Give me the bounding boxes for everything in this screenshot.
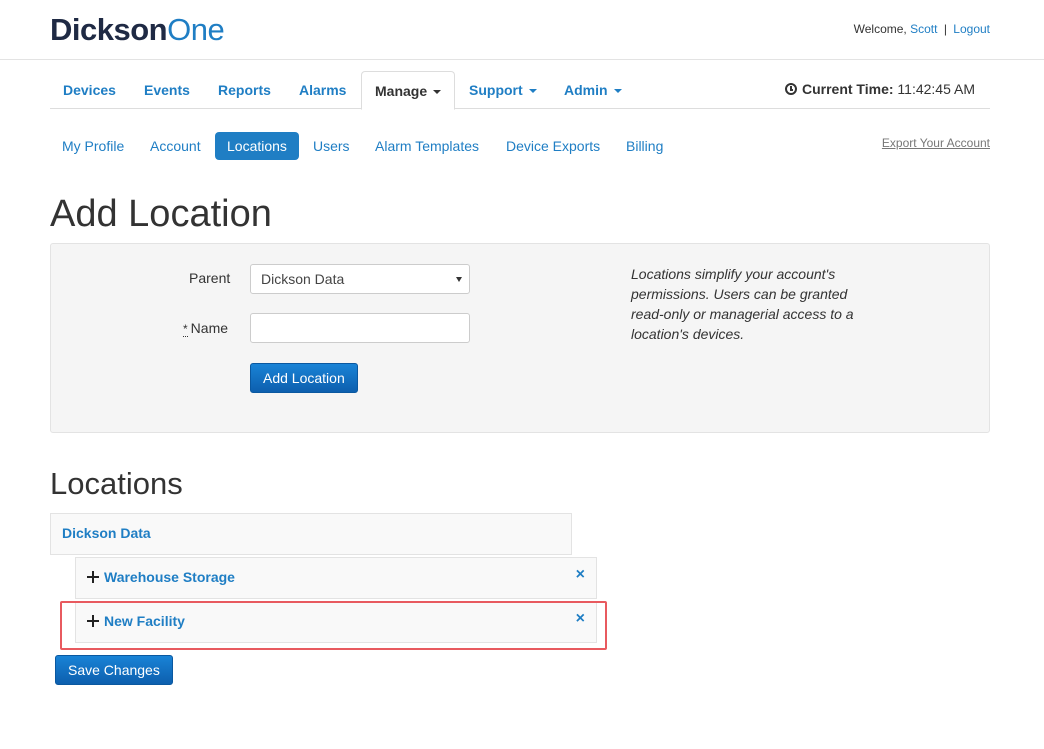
logo-part-dickson: Dickson bbox=[50, 12, 168, 47]
subnav-billing[interactable]: Billing bbox=[614, 132, 675, 160]
current-time: Current Time: 11:42:45 AM bbox=[784, 81, 975, 97]
chevron-down-icon bbox=[613, 89, 622, 94]
required-asterisk: * bbox=[183, 322, 188, 337]
welcome-text: Welcome, bbox=[853, 22, 907, 36]
add-location-button[interactable]: Add Location bbox=[250, 363, 358, 393]
help-text: Locations simplify your account's permis… bbox=[631, 266, 854, 342]
tab-support[interactable]: Support bbox=[456, 71, 550, 109]
user-name-link[interactable]: Scott bbox=[910, 22, 937, 36]
tab-events[interactable]: Events bbox=[131, 71, 203, 109]
welcome-separator: | bbox=[943, 22, 947, 36]
remove-icon[interactable]: × bbox=[576, 611, 585, 627]
location-item[interactable]: Warehouse Storage × bbox=[75, 557, 597, 599]
logo-part-one: One bbox=[167, 12, 225, 47]
remove-icon[interactable]: × bbox=[576, 567, 585, 583]
subnav-locations[interactable]: Locations bbox=[215, 132, 299, 160]
subnav-users[interactable]: Users bbox=[301, 132, 362, 160]
subnav-device-exports[interactable]: Device Exports bbox=[494, 132, 612, 160]
export-account-link[interactable]: Export Your Account bbox=[882, 136, 990, 150]
tab-manage-label: Manage bbox=[375, 83, 428, 99]
tab-admin-label: Admin bbox=[564, 82, 608, 98]
subnav-my-profile[interactable]: My Profile bbox=[50, 132, 136, 160]
add-location-form: Parent Dickson Data * Name Add Location L… bbox=[50, 243, 990, 433]
dicksonone-logo[interactable]: DicksonOne bbox=[50, 10, 225, 50]
parent-select[interactable]: Dickson Data bbox=[250, 264, 470, 294]
main-nav: Devices Events Reports Alarms Manage Sup… bbox=[50, 71, 990, 110]
move-icon[interactable] bbox=[87, 571, 99, 583]
name-label: * Name bbox=[183, 320, 229, 337]
subnav-alarm-templates[interactable]: Alarm Templates bbox=[363, 132, 491, 160]
tab-admin[interactable]: Admin bbox=[551, 71, 635, 109]
tab-reports[interactable]: Reports bbox=[205, 71, 284, 109]
chevron-down-icon bbox=[433, 90, 442, 95]
location-item[interactable]: New Facility × bbox=[75, 601, 597, 643]
tab-alarms[interactable]: Alarms bbox=[286, 71, 359, 109]
location-root-link[interactable]: Dickson Data bbox=[62, 525, 151, 541]
clock-icon bbox=[784, 83, 797, 95]
name-input[interactable] bbox=[250, 313, 470, 343]
page-title: Add Location bbox=[50, 193, 272, 235]
current-time-value: 11:42:45 AM bbox=[897, 81, 975, 97]
chevron-down-icon bbox=[528, 89, 537, 94]
tab-devices[interactable]: Devices bbox=[50, 71, 129, 109]
save-changes-button[interactable]: Save Changes bbox=[55, 655, 173, 685]
parent-label: Parent bbox=[189, 270, 231, 286]
tab-support-label: Support bbox=[469, 82, 523, 98]
current-time-label: Current Time: bbox=[801, 81, 894, 97]
welcome-bar: Welcome, Scott | Logout bbox=[854, 22, 990, 36]
locations-heading: Locations bbox=[50, 466, 183, 501]
name-label-text: Name bbox=[190, 320, 229, 336]
move-icon[interactable] bbox=[87, 615, 99, 627]
logout-link[interactable]: Logout bbox=[953, 22, 990, 36]
parent-select-value: Dickson Data bbox=[261, 271, 345, 287]
subnav-account[interactable]: Account bbox=[138, 132, 213, 160]
tab-manage[interactable]: Manage bbox=[361, 71, 456, 110]
header: DicksonOne Welcome, Scott | Logout bbox=[0, 0, 1044, 60]
location-root: Dickson Data bbox=[50, 513, 572, 555]
location-item-link[interactable]: New Facility bbox=[104, 613, 185, 629]
location-item-link[interactable]: Warehouse Storage bbox=[104, 569, 235, 585]
dropdown-arrow-icon bbox=[456, 277, 462, 282]
